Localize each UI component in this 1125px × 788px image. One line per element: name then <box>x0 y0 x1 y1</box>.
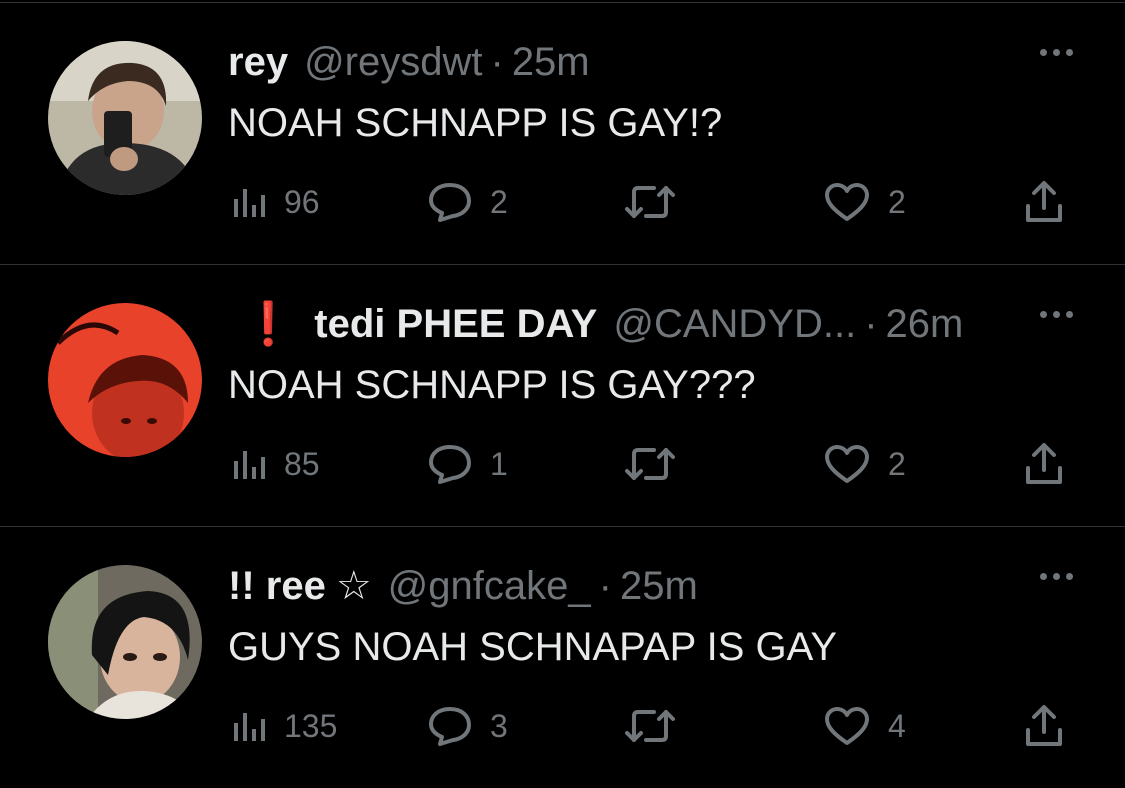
like-button[interactable]: 4 <box>824 699 906 753</box>
separator-dot: · <box>490 39 504 84</box>
separator-dot: · <box>598 563 612 608</box>
avatar[interactable] <box>48 303 202 457</box>
tweet[interactable]: rey @reysdwt · 25m NOAH SCHNAPP IS GAY!?… <box>0 3 1125 264</box>
views-icon <box>234 189 265 217</box>
share-icon <box>1026 443 1062 484</box>
like-icon <box>825 183 869 221</box>
reply-button[interactable]: 3 <box>428 699 508 753</box>
retweet-button[interactable] <box>624 699 676 753</box>
reply-button[interactable]: 2 <box>428 175 508 229</box>
like-button[interactable]: 2 <box>824 437 906 491</box>
action-bar: 135 3 4 <box>228 699 1068 759</box>
like-count: 2 <box>888 445 906 482</box>
more-icon[interactable] <box>1040 49 1073 56</box>
tweet-text: GUYS NOAH SCHNAPAP IS GAY <box>228 625 838 669</box>
more-icon[interactable] <box>1040 311 1073 318</box>
reply-button[interactable]: 1 <box>428 437 508 491</box>
tweet-header: ❗ tedi PHEE DAY @CANDYD... · 26m <box>242 299 963 349</box>
share-button[interactable] <box>1024 437 1064 491</box>
tweet-header: rey @reysdwt · 25m <box>228 37 590 87</box>
share-icon <box>1026 181 1062 222</box>
like-icon <box>825 707 869 745</box>
like-count: 4 <box>888 707 906 744</box>
reply-icon <box>429 183 471 222</box>
reply-count: 1 <box>490 445 508 482</box>
retweet-icon <box>625 448 675 480</box>
retweet-button[interactable] <box>624 437 676 491</box>
avatar[interactable] <box>48 565 202 719</box>
retweet-button[interactable] <box>624 175 676 229</box>
reply-icon <box>429 707 471 746</box>
share-button[interactable] <box>1024 175 1064 229</box>
views-icon <box>234 713 265 741</box>
views-count: 135 <box>284 707 338 744</box>
views-count: 96 <box>284 183 320 220</box>
display-name[interactable]: rey <box>228 40 288 85</box>
separator-dot: · <box>864 301 878 346</box>
views-count: 85 <box>284 445 320 482</box>
display-name[interactable]: !! ree <box>228 564 326 609</box>
more-icon[interactable] <box>1040 573 1073 580</box>
views-button[interactable]: 85 <box>232 437 320 491</box>
star-icon: ☆ <box>335 564 372 608</box>
tweet-header: !! ree ☆ @gnfcake_ · 25m <box>228 561 698 611</box>
reply-count: 3 <box>490 707 508 744</box>
retweet-icon <box>625 186 675 218</box>
tweet-text: NOAH SCHNAPP IS GAY??? <box>228 363 756 407</box>
retweet-icon <box>625 710 675 742</box>
share-button[interactable] <box>1024 699 1064 753</box>
user-handle[interactable]: @reysdwt <box>304 40 482 85</box>
tweet[interactable]: !! ree ☆ @gnfcake_ · 25m GUYS NOAH SCHNA… <box>0 527 1125 788</box>
like-count: 2 <box>888 183 906 220</box>
share-icon <box>1026 705 1062 746</box>
alert-icon: ❗ <box>242 299 295 347</box>
avatar[interactable] <box>48 41 202 195</box>
display-name[interactable]: tedi PHEE DAY <box>314 302 597 347</box>
views-button[interactable]: 96 <box>232 175 320 229</box>
user-handle[interactable]: @CANDYD... <box>613 302 856 347</box>
like-icon <box>825 445 869 483</box>
tweet[interactable]: ❗ tedi PHEE DAY @CANDYD... · 26m NOAH SC… <box>0 265 1125 526</box>
reply-count: 2 <box>490 183 508 220</box>
reply-icon <box>429 445 471 484</box>
user-handle[interactable]: @gnfcake_ <box>388 564 591 609</box>
timestamp[interactable]: 25m <box>512 40 590 85</box>
timestamp[interactable]: 25m <box>620 564 698 609</box>
like-button[interactable]: 2 <box>824 175 906 229</box>
action-bar: 96 2 2 <box>228 175 1068 235</box>
action-bar: 85 1 2 <box>228 437 1068 497</box>
views-icon <box>234 451 265 479</box>
tweet-text: NOAH SCHNAPP IS GAY!? <box>228 101 723 145</box>
timestamp[interactable]: 26m <box>886 302 964 347</box>
views-button[interactable]: 135 <box>232 699 337 753</box>
